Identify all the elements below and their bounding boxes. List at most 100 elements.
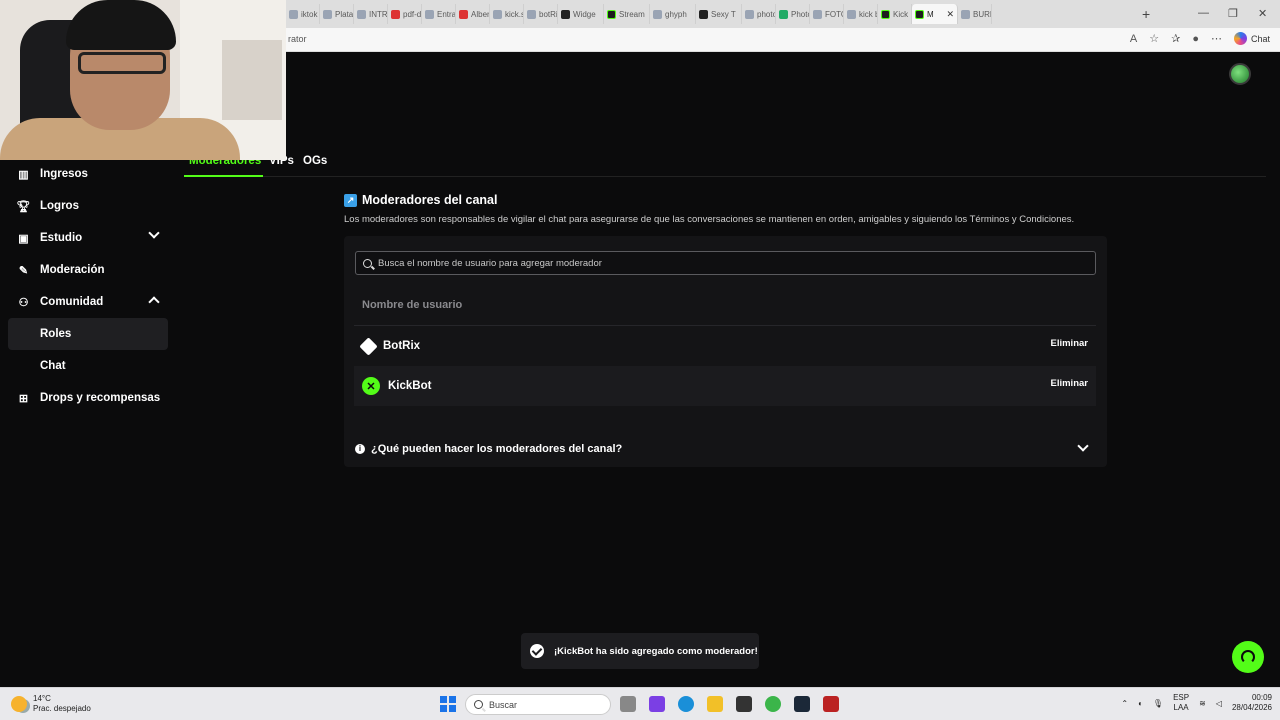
browser-tab[interactable]: kick b [844, 4, 878, 24]
weather-widget[interactable]: 14°C Prac. despejado [11, 694, 91, 714]
browser-tab[interactable]: Photo [776, 4, 810, 24]
success-toast: ¡KickBot ha sido agregado como moderador… [521, 633, 759, 669]
chevron-down-icon [148, 227, 160, 239]
browser-tab[interactable]: kick.s [490, 4, 524, 24]
windows-logo-tile [440, 696, 447, 703]
browser-tab[interactable]: INTRA [354, 4, 388, 24]
botrix-avatar-icon [359, 336, 378, 356]
close-window-icon[interactable]: ✕ [1258, 7, 1267, 20]
lang-layout: LAA [1173, 703, 1189, 712]
sidebar-item-comunidad[interactable]: ⚇ Comunidad [8, 286, 168, 318]
new-tab-button[interactable]: + [1142, 6, 1150, 22]
sidebar-item-roles[interactable]: Roles [8, 318, 168, 350]
user-avatar[interactable] [1229, 63, 1251, 85]
roles-tabs: Moderadores VIPs OGs [184, 153, 1266, 177]
active-tab-indicator [184, 175, 263, 177]
chevron-up-icon [148, 296, 160, 308]
dota-app-icon[interactable] [823, 696, 839, 712]
search-icon [653, 9, 662, 19]
start-button[interactable] [440, 696, 456, 712]
webcam-glasses [78, 52, 166, 74]
browser-tab[interactable]: Widge [558, 4, 604, 24]
sword-icon: ↗ [344, 193, 357, 207]
windows-logo-tile [449, 705, 456, 712]
browser-tab[interactable]: Stream [604, 4, 650, 24]
language-indicator[interactable]: ESP LAA [1173, 693, 1189, 713]
copilot-app-icon[interactable] [649, 696, 665, 712]
chrome-app-icon[interactable] [765, 696, 781, 712]
check-circle-icon [530, 644, 544, 658]
browser-tab[interactable]: Alber [456, 4, 490, 24]
close-tab-icon[interactable]: ✕ [946, 9, 954, 20]
page-icon [357, 9, 366, 19]
search-icon [961, 9, 970, 19]
tray-overflow-icon[interactable]: ⌃ [1121, 699, 1128, 708]
browser-tab[interactable]: pdf-d [388, 4, 422, 24]
copilot-chat-button[interactable]: Chat [1233, 32, 1270, 45]
sidebar-item-drops[interactable]: ⊞ Drops y recompensas [8, 382, 168, 414]
favorite-star-icon[interactable]: ☆ [1149, 32, 1159, 45]
browser-tab[interactable]: Entrar [422, 4, 456, 24]
edge-app-icon[interactable] [678, 696, 694, 712]
tab-ogs[interactable]: OGs [303, 155, 327, 167]
search-icon [847, 9, 856, 19]
steam-app-icon[interactable] [794, 696, 810, 712]
weather-desc: Prac. despejado [33, 704, 91, 713]
add-moderator-search[interactable] [355, 251, 1096, 275]
search-icon [745, 9, 754, 19]
moderator-faq-accordion[interactable]: i ¿Qué pueden hacer los moderadores del … [344, 430, 1107, 467]
page-icon [425, 9, 434, 19]
kickbot-avatar-icon: ✕ [362, 377, 380, 395]
store-app-icon[interactable] [736, 696, 752, 712]
network-app-icon[interactable]: ◐ [1138, 699, 1143, 708]
taskbar-search-text: Buscar [489, 699, 518, 710]
task-view-icon[interactable] [620, 696, 636, 712]
browser-tab[interactable]: Platah [320, 4, 354, 24]
browser-tab-active[interactable]: M ✕ [912, 4, 958, 24]
browser-tab[interactable]: Kick [878, 4, 912, 24]
sidebar-item-chat[interactable]: Chat [8, 350, 168, 382]
sidebar-item-moderacion[interactable]: ✎ Moderación [8, 254, 168, 286]
tiktok-icon [289, 9, 298, 19]
github-icon [561, 9, 570, 19]
webcam-shelf [222, 40, 282, 120]
trophy-icon: 🏆︎ [16, 200, 31, 213]
sidebar-item-ingresos[interactable]: ▥ Ingresos [8, 158, 168, 190]
browser-tab[interactable]: photo [742, 4, 776, 24]
maximize-icon[interactable]: ❐ [1228, 7, 1238, 20]
wrench-icon: ✎ [18, 264, 29, 277]
wifi-icon[interactable]: ≋ [1199, 699, 1206, 708]
favorites-icon[interactable]: ✰ [1171, 32, 1180, 45]
browser-tab[interactable]: Sexy T [696, 4, 742, 24]
pdf-icon [391, 9, 400, 19]
address-text[interactable]: rator [288, 34, 307, 44]
windows-taskbar: 14°C Prac. despejado Buscar ⌃ ◐ 🎙︎ ESP L… [0, 687, 1280, 720]
weather-text: 14°C Prac. despejado [33, 694, 91, 714]
sidebar-item-estudio[interactable]: ▣ Estudio [8, 222, 168, 254]
search-icon [813, 9, 822, 19]
read-aloud-icon[interactable]: A [1130, 33, 1137, 45]
browser-tab[interactable]: iktok [286, 4, 320, 24]
volume-icon[interactable]: ◁ [1216, 699, 1222, 708]
more-icon[interactable]: ⋯ [1211, 32, 1222, 45]
file-explorer-icon[interactable] [707, 696, 723, 712]
sidebar-item-logros[interactable]: 🏆︎ Logros [8, 190, 168, 222]
remove-kickbot-button[interactable]: Eliminar [1051, 378, 1089, 389]
profile-icon[interactable]: ● [1192, 33, 1199, 45]
remove-botrix-button[interactable]: Eliminar [1051, 338, 1089, 349]
system-tray: ⌃ ◐ 🎙︎ ESP LAA ≋ ◁ 00:09 28/04/2026 [1121, 693, 1272, 713]
browser-tab[interactable]: botRi [524, 4, 558, 24]
headset-icon [1241, 650, 1255, 664]
weather-temp: 14°C [33, 694, 51, 703]
clock[interactable]: 00:09 28/04/2026 [1232, 693, 1272, 713]
browser-tab[interactable]: BURRO [958, 4, 992, 24]
minimize-icon[interactable]: — [1198, 7, 1209, 19]
gift-icon: ⊞ [18, 392, 29, 405]
taskbar-search[interactable]: Buscar [465, 694, 611, 715]
browser-tab[interactable]: ghyph [650, 4, 696, 24]
youtube-icon [459, 9, 468, 19]
support-button[interactable] [1232, 641, 1264, 673]
mic-icon[interactable]: 🎙︎ [1153, 699, 1163, 708]
search-input[interactable] [378, 257, 1078, 269]
browser-tab[interactable]: FOTO [810, 4, 844, 24]
